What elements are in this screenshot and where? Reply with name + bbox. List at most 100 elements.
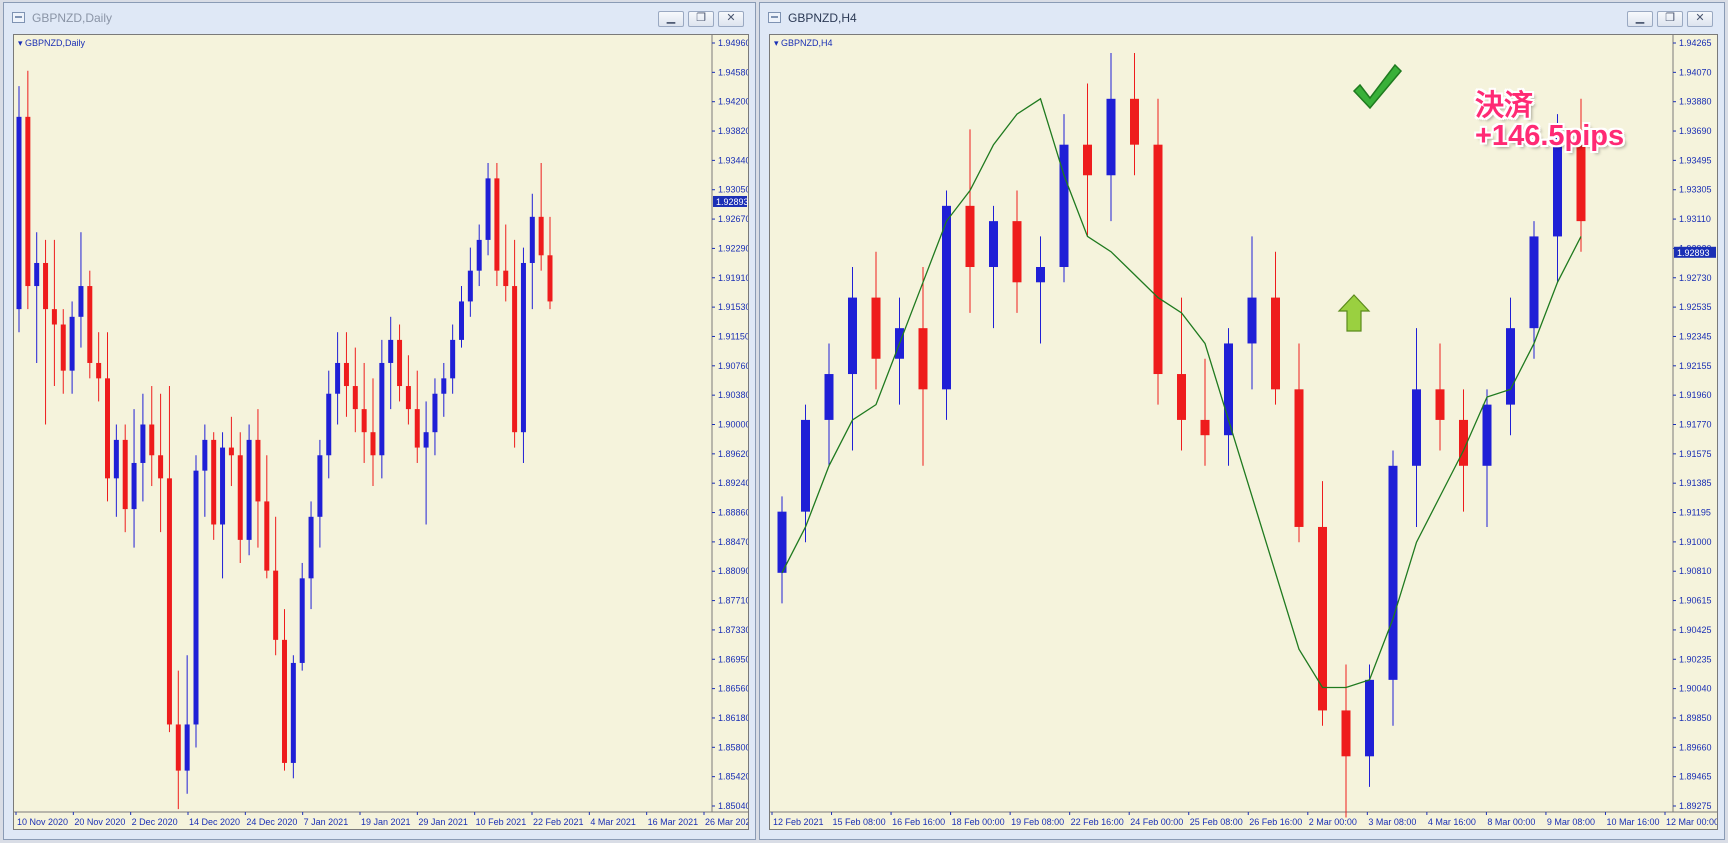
candlestick [149, 386, 155, 487]
candlestick [1271, 251, 1280, 405]
candlestick [343, 332, 349, 417]
h4-chart-window[interactable]: GBPNZD,H4 ▁ ❐ ✕ GBPNZD,H4 1.94265 1.94070… [759, 2, 1725, 840]
candlestick [352, 347, 358, 433]
price-axis-label: 1.87330 [718, 625, 748, 635]
daily-window-titlebar[interactable]: GBPNZD,Daily ▁ ❐ ✕ [4, 3, 755, 33]
candlestick [228, 416, 234, 487]
candlestick [467, 247, 473, 317]
candle-body [78, 286, 84, 317]
price-axis-label: 1.93050 [718, 185, 748, 195]
candlestick [255, 409, 261, 548]
time-axis-label: 16 Mar 2021 [648, 817, 699, 827]
candlestick [202, 424, 208, 517]
candlestick [326, 370, 332, 479]
restore-button[interactable]: ❐ [1657, 11, 1683, 27]
candlestick [237, 432, 243, 563]
price-axis-label: 1.91000 [1679, 537, 1712, 547]
candle-body [175, 724, 181, 771]
candle-body [942, 205, 951, 390]
daily-window-title: GBPNZD,Daily [32, 11, 113, 25]
candle-body [60, 324, 66, 371]
candle-body [255, 439, 261, 502]
price-axis-label: 1.92155 [1679, 361, 1712, 371]
candlestick [529, 193, 535, 310]
candlestick [361, 362, 367, 463]
candlestick [87, 270, 93, 379]
candlestick [158, 393, 164, 533]
candlestick [1012, 190, 1022, 313]
candlestick [308, 501, 314, 610]
h4-window-titlebar[interactable]: GBPNZD,H4 ▁ ❐ ✕ [760, 3, 1724, 33]
candle-body [848, 297, 857, 375]
price-axis-label: 1.86950 [718, 654, 748, 664]
price-axis-label: 1.89240 [718, 478, 748, 488]
candlestick [405, 355, 411, 425]
candle-body [211, 439, 217, 525]
candle-body [379, 362, 385, 456]
price-axis-label: 1.89850 [1679, 713, 1712, 723]
candle-body [202, 439, 208, 471]
restore-button[interactable]: ❐ [688, 11, 714, 27]
candlestick [273, 516, 279, 656]
settlement-annotation: 決済 +146.5pips [1475, 91, 1624, 151]
daily-chart-window[interactable]: GBPNZD,Daily ▁ ❐ ✕ GBPNZD,Daily 1.949601… [3, 2, 756, 840]
candlestick [918, 267, 928, 466]
price-axis-label: 1.94200 [718, 97, 748, 107]
price-axis-label: 1.89275 [1679, 801, 1712, 811]
candle-body [965, 205, 975, 268]
price-axis-label: 1.88090 [718, 566, 748, 576]
close-button[interactable]: ✕ [718, 11, 744, 27]
close-button[interactable]: ✕ [1687, 11, 1713, 27]
price-axis-label: 1.90810 [1679, 566, 1712, 576]
candlestick [290, 655, 296, 779]
price-axis-label: 1.85040 [718, 801, 748, 811]
candle-body [317, 455, 323, 517]
candle-body [335, 362, 341, 394]
time-axis-label: 22 Feb 16:00 [1071, 817, 1124, 827]
chart-window-icon [768, 12, 781, 23]
candle-body [538, 216, 544, 256]
price-axis-label: 1.85420 [718, 772, 748, 782]
minimize-button[interactable]: ▁ [1627, 11, 1653, 27]
time-axis-label: 25 Feb 08:00 [1190, 817, 1243, 827]
candlestick [1153, 98, 1163, 405]
candle-body [777, 511, 787, 573]
candle-body [388, 339, 394, 363]
candle-body [1083, 144, 1092, 176]
minimize-button[interactable]: ▁ [658, 11, 684, 27]
candlestick [989, 205, 998, 329]
time-axis-label: 19 Jan 2021 [361, 817, 411, 827]
daily-chart-area[interactable]: GBPNZD,Daily 1.949601.945801.942001.9382… [13, 34, 749, 830]
candle-body [547, 255, 553, 302]
time-axis-label: 18 Feb 00:00 [952, 817, 1005, 827]
price-axis-label: 1.89660 [1679, 742, 1712, 752]
price-axis-label: 1.91530 [718, 302, 748, 312]
price-axis-label: 1.92730 [1679, 273, 1712, 283]
candle-body [96, 362, 102, 379]
candlestick [1388, 450, 1398, 726]
price-axis-label: 1.92535 [1679, 302, 1712, 312]
time-axis-label: 20 Nov 2020 [74, 817, 125, 827]
candlestick [512, 239, 518, 448]
h4-chart-area[interactable]: GBPNZD,H4 1.942651.940701.938801.936901.… [769, 34, 1718, 830]
candle-body [264, 501, 270, 571]
candlestick [1130, 52, 1139, 176]
candlestick [1412, 328, 1421, 527]
candlestick [60, 309, 66, 394]
time-axis-label: 2 Mar 00:00 [1309, 817, 1357, 827]
candle-body [1271, 297, 1280, 390]
candlestick [432, 378, 438, 456]
price-axis-label: 1.85800 [718, 742, 748, 752]
candlestick [538, 162, 544, 271]
candle-body [131, 462, 137, 510]
price-axis-label: 1.86180 [718, 713, 748, 723]
candle-body [34, 262, 40, 287]
candle-body [290, 662, 296, 763]
candle-body [1130, 98, 1139, 145]
time-axis-label: 10 Mar 16:00 [1606, 817, 1659, 827]
candlestick [459, 286, 464, 348]
price-axis-label: 1.93495 [1679, 155, 1712, 165]
candlestick [476, 224, 482, 287]
candle-body [1247, 297, 1257, 344]
candle-body [105, 378, 110, 479]
